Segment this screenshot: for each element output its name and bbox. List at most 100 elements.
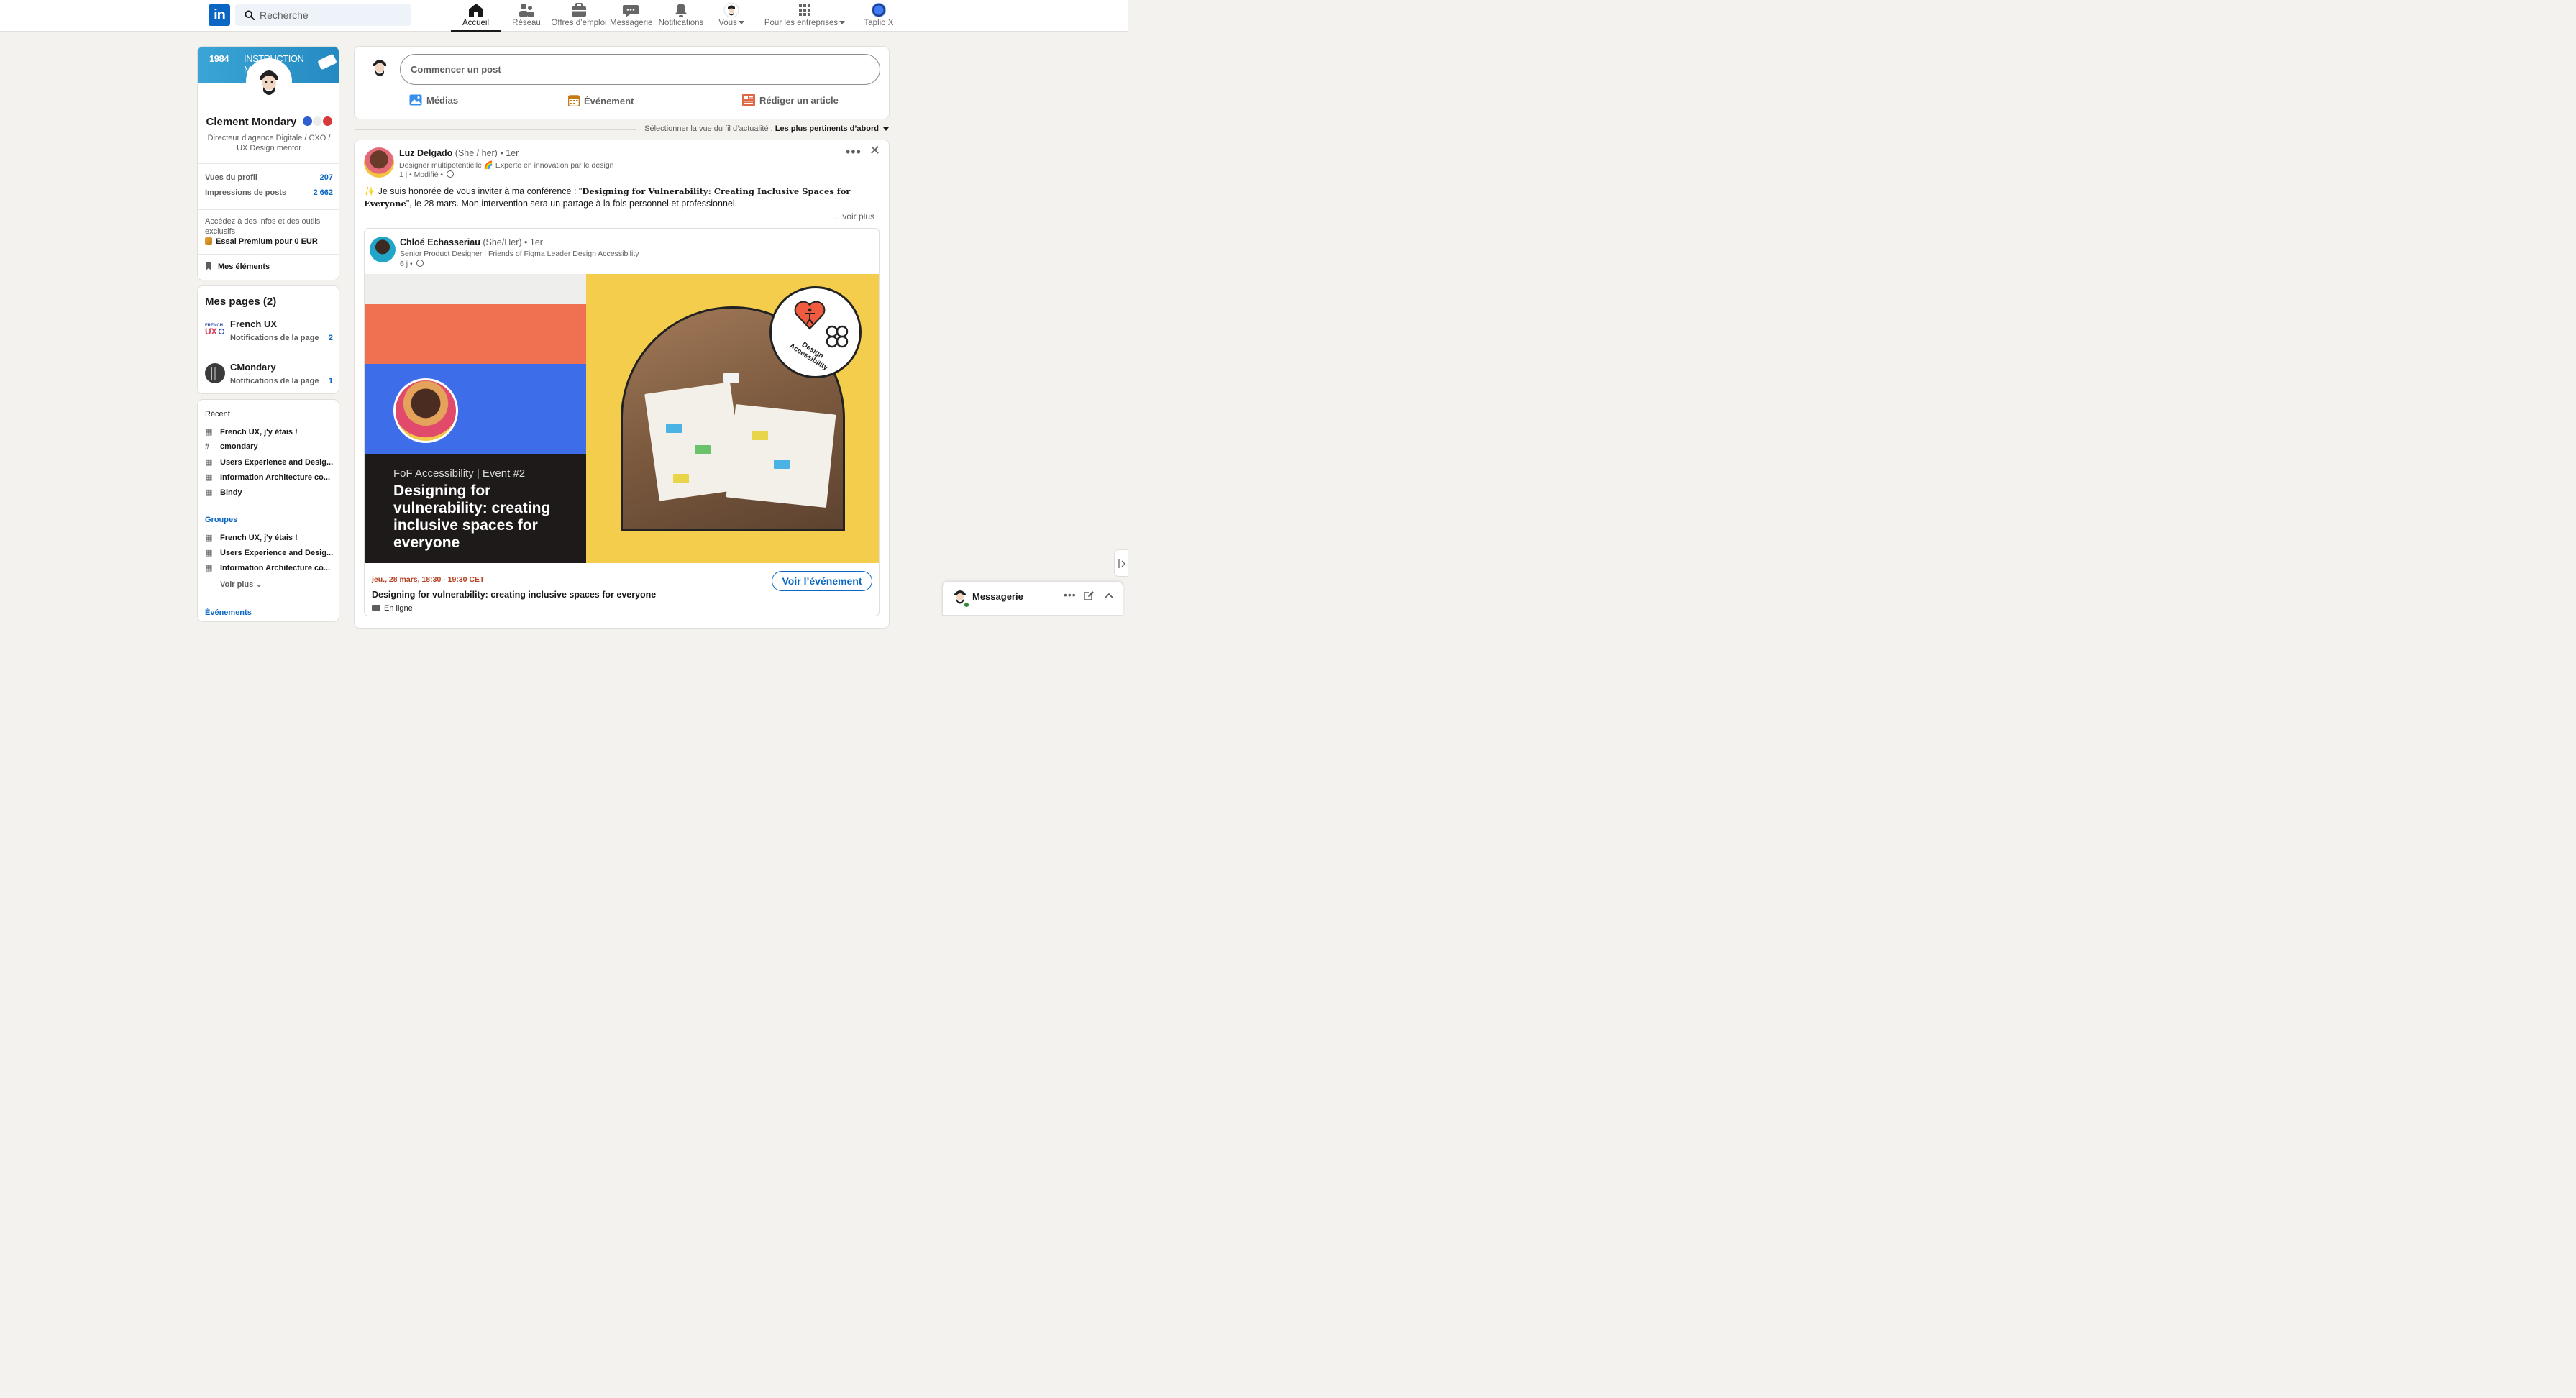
start-post-button[interactable]: Commencer un post xyxy=(400,54,880,85)
recent-title: Récent xyxy=(205,410,230,419)
messaging-dock[interactable]: Messagerie ••• xyxy=(942,581,1123,616)
search-input[interactable] xyxy=(260,4,403,26)
group-item[interactable]: ▦ Users Experience and Desig... xyxy=(205,548,334,563)
post-author-avatar[interactable] xyxy=(364,147,394,178)
event-mode: En ligne xyxy=(372,604,413,613)
chevron-down-icon xyxy=(738,21,744,25)
linkedin-logo[interactable]: in xyxy=(209,4,230,26)
view-event-button[interactable]: Voir l’événement xyxy=(772,571,872,591)
recent-item[interactable]: ▦ French UX, j'y étais ! xyxy=(205,427,334,442)
stat-label: Vues du profil xyxy=(205,173,257,182)
post-author-name[interactable]: Luz Delgado xyxy=(399,148,452,158)
messaging-menu-button[interactable]: ••• xyxy=(1064,589,1077,600)
recent-item[interactable]: ▦ Users Experience and Desig... xyxy=(205,457,334,472)
cover-stripe-orange xyxy=(365,304,586,364)
nav-jobs[interactable]: Offres d’emploi xyxy=(550,2,608,32)
avatar-illustration xyxy=(260,70,278,95)
event-cover-image[interactable]: FoF Accessibility | Event #2 Designing f… xyxy=(365,274,879,563)
event-title[interactable]: Designing for vulnerability: creating in… xyxy=(372,590,656,600)
message-icon xyxy=(623,5,639,17)
event-mode-label: En ligne xyxy=(384,604,413,613)
post-author-pronouns: (She / her) xyxy=(455,148,498,158)
close-icon[interactable]: ✕ xyxy=(869,143,880,158)
nav-notifications[interactable]: Notifications xyxy=(657,2,705,32)
feed-sort-selector[interactable]: Sélectionner la vue du fil d’actualité :… xyxy=(640,124,889,133)
media-button[interactable]: Médias xyxy=(409,94,458,110)
messaging-title[interactable]: Messagerie xyxy=(972,591,1023,602)
avatar-icon xyxy=(723,2,739,18)
group-item[interactable]: ▦ Information Architecture co... xyxy=(205,563,334,578)
shared-author-headline: Senior Product Designer | Friends of Fig… xyxy=(400,250,639,258)
search-box[interactable] xyxy=(235,4,411,26)
sticky-note xyxy=(752,431,768,440)
sticky-note xyxy=(774,460,790,469)
recent-item[interactable]: ▦ Bindy xyxy=(205,488,334,503)
banner-text-left: 1984 xyxy=(209,53,229,64)
sticky-note xyxy=(723,373,739,383)
recent-item[interactable]: # cmondary xyxy=(205,442,334,457)
grid-icon xyxy=(799,4,810,16)
my-items-link[interactable]: Mes éléments xyxy=(205,262,270,271)
write-article-label: Rédiger un article xyxy=(759,95,839,106)
write-article-button[interactable]: Rédiger un article xyxy=(742,94,839,110)
profile-card: 1984 INSTRUCTION MANUAL Clement Mondary … xyxy=(197,46,339,280)
nav-me[interactable]: Vous xyxy=(716,2,747,32)
stat-profile-views[interactable]: Vues du profil 207 xyxy=(205,173,333,182)
event-date: jeu., 28 mars, 18:30 - 19:30 CET xyxy=(372,575,485,584)
events-title[interactable]: Événements xyxy=(205,608,252,617)
home-icon xyxy=(468,4,483,17)
bookmark-icon xyxy=(206,262,211,270)
cover-event-title: Designing for vulnerability: creating in… xyxy=(393,483,551,551)
post-see-more[interactable]: ...voir plus xyxy=(835,211,874,221)
profile-name[interactable]: Clement Mondary xyxy=(206,116,296,128)
feed-post: Luz Delgado (She / her) • 1er Designer m… xyxy=(354,140,890,629)
divider xyxy=(198,163,339,164)
event-button[interactable]: Événement xyxy=(567,94,634,110)
recent-item[interactable]: ▦ Information Architecture co... xyxy=(205,472,334,488)
see-more-groups[interactable]: Voir plus ⌄ xyxy=(220,580,262,589)
group-item-label: Information Architecture co... xyxy=(220,564,331,572)
recent-item-label: cmondary xyxy=(220,442,258,451)
groups-title[interactable]: Groupes xyxy=(205,516,237,524)
nav-network[interactable]: Réseau xyxy=(508,2,545,32)
compose-icon[interactable] xyxy=(1084,590,1094,600)
page-notif-label: Notifications de la page xyxy=(230,334,319,342)
side-collapse-tab[interactable] xyxy=(1114,549,1128,577)
shared-author-degree: • 1er xyxy=(524,237,543,247)
svg-text:UX: UX xyxy=(205,326,217,337)
image-icon xyxy=(409,94,422,106)
globe-icon xyxy=(416,260,424,267)
sticky-note xyxy=(695,445,711,454)
blue-dot-icon xyxy=(302,116,312,126)
premium-trial-link[interactable]: Essai Premium pour 0 EUR xyxy=(205,237,318,246)
speaker-photo xyxy=(393,378,458,443)
page-item-french-ux[interactable]: FRENCH UX French UX Notifications de la p… xyxy=(205,319,333,347)
global-nav: in Accueil Réseau Offres d’emploi Messag… xyxy=(0,0,1128,32)
nav-taplio[interactable]: Taplio X xyxy=(862,2,895,32)
sticky-note xyxy=(666,424,682,433)
chevron-down-icon xyxy=(839,21,846,25)
nav-messaging[interactable]: Messagerie xyxy=(610,2,652,32)
nav-home-label: Accueil xyxy=(462,19,490,27)
my-avatar[interactable] xyxy=(369,55,390,81)
shared-post[interactable]: Chloé Echasseriau (She/Her) • 1er Senior… xyxy=(364,228,880,616)
nav-messaging-label: Messagerie xyxy=(610,19,653,27)
french-ux-logo: FRENCHUX xyxy=(205,324,225,337)
paper-sheet xyxy=(726,404,836,508)
nav-notifications-label: Notifications xyxy=(658,19,704,27)
shared-author-avatar[interactable] xyxy=(370,237,396,262)
profile-avatar[interactable] xyxy=(246,58,292,104)
nav-business-label: Pour les entreprises xyxy=(764,19,839,27)
nav-home[interactable]: Accueil xyxy=(451,2,501,32)
design-accessibility-badge: Design Accessibility xyxy=(769,286,862,378)
page-item-cmondary[interactable]: CMondary Notifications de la page 1 xyxy=(205,362,333,390)
my-pages-title[interactable]: Mes pages (2) xyxy=(205,296,276,308)
post-menu-button[interactable]: ••• xyxy=(846,145,862,160)
post-author-degree: • 1er xyxy=(500,148,519,158)
nav-business[interactable]: Pour les entreprises xyxy=(764,2,846,32)
stat-post-impressions[interactable]: Impressions de posts 2 662 xyxy=(205,188,333,197)
feed-sort-label: Sélectionner la vue du fil d’actualité : xyxy=(644,124,773,133)
chevron-up-icon[interactable] xyxy=(1104,590,1114,600)
group-item[interactable]: ▦ French UX, j'y étais ! xyxy=(205,533,334,548)
shared-author-name[interactable]: Chloé Echasseriau xyxy=(400,237,480,247)
